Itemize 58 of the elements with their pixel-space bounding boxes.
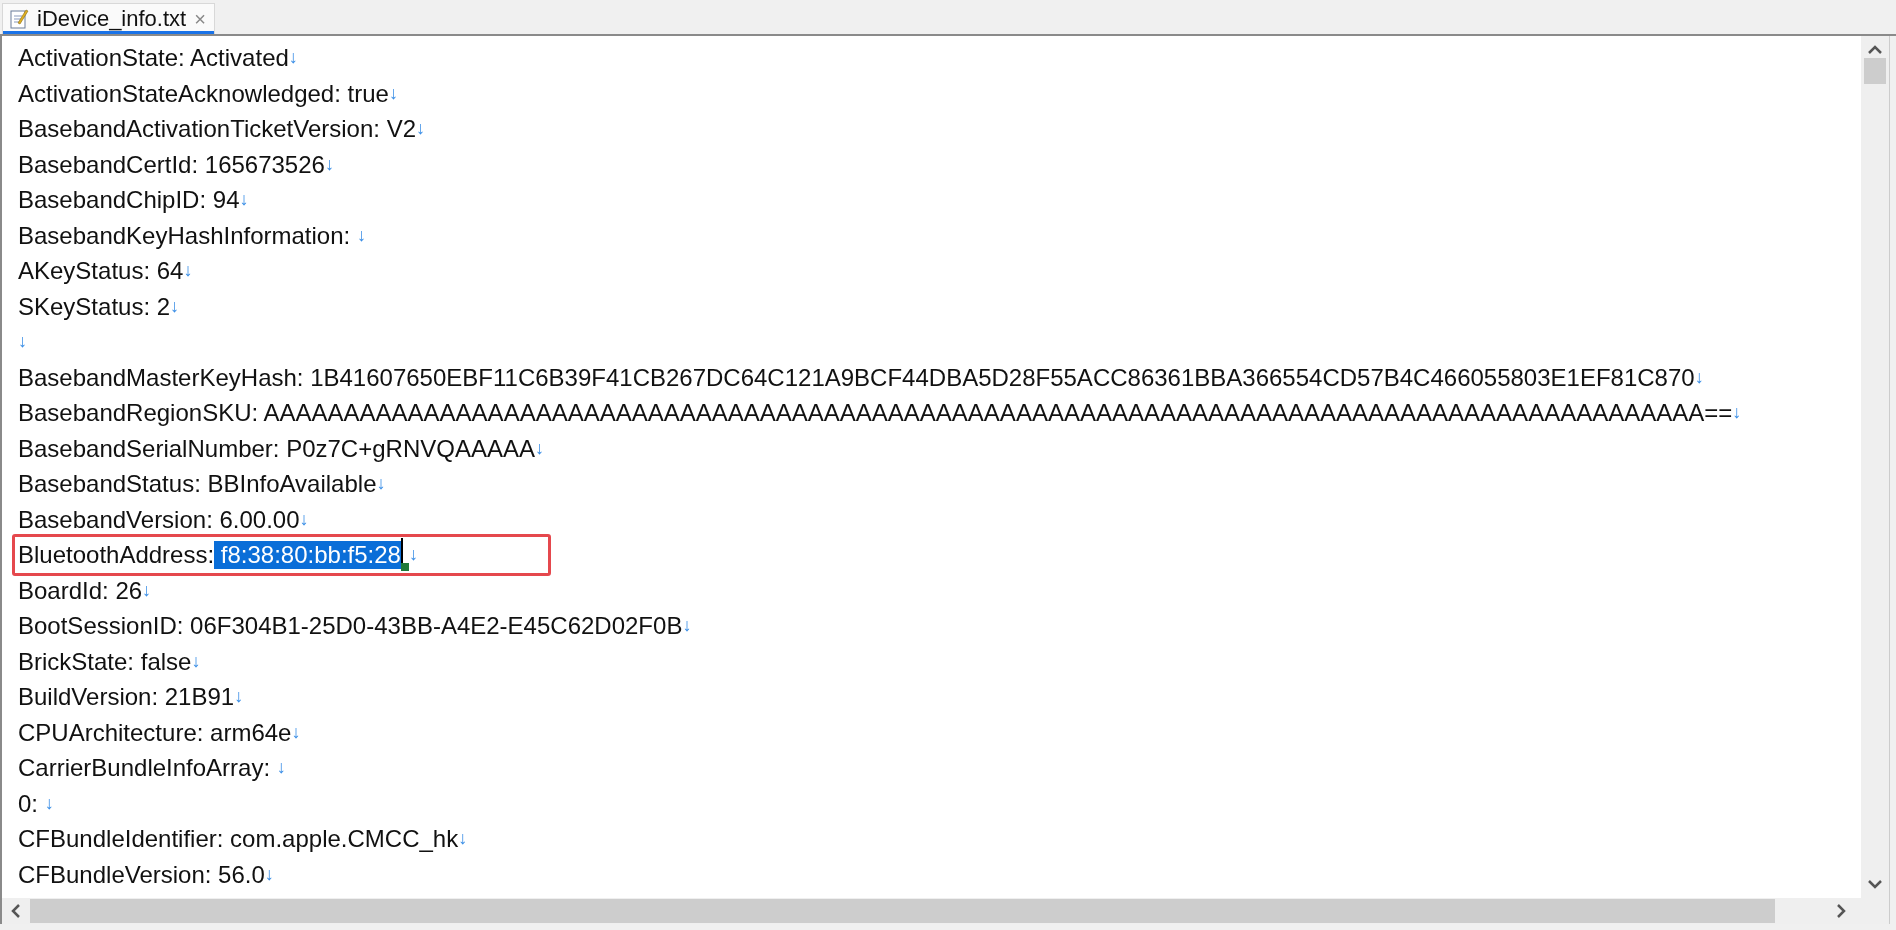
file-tab[interactable]: iDevice_info.txt × (2, 3, 215, 34)
text-line: BasebandVersion: 6.00.00 (18, 504, 300, 535)
paragraph-mark: ↓ (276, 756, 286, 779)
text-line: BasebandKeyHashInformation: (18, 220, 352, 251)
text-line: ActivationState: Activated (18, 43, 289, 73)
text-line: BootSessionID: 06F304B1-25D0-43BB-A4E2-E45C62D02F0B (18, 611, 683, 641)
text-line: BuildVersion: 21B91 (18, 682, 235, 712)
paragraph-mark: ↓ (458, 827, 468, 848)
notepad-icon (9, 8, 29, 30)
text-cursor (400, 538, 409, 572)
paragraph-mark: ↓ (191, 649, 201, 673)
vertical-scrollbar[interactable] (1861, 36, 1889, 898)
paragraph-mark: ↓ (416, 117, 425, 140)
text-line: BasebandStatus: BBInfoAvailable (18, 469, 377, 499)
text-line: CarrierBundleInfoArray: (18, 753, 272, 783)
paragraph-mark: ↓ (324, 152, 334, 176)
text-line: ActivationStateAcknowledged: true (18, 78, 389, 109)
text-line: SKeyStatus: 2 (18, 291, 171, 322)
text-line: BoardId: 26 (18, 575, 143, 606)
paragraph-mark: ↓ (239, 188, 249, 211)
text-line: BasebandActivationTicketVersion: V2 (18, 114, 416, 144)
text-line: BasebandCertId: 165673526 (18, 149, 325, 180)
text-line: CFBundleVersion: 56.0 (18, 859, 265, 890)
paragraph-mark: ↓ (1732, 401, 1742, 424)
scroll-left-icon[interactable] (10, 903, 22, 919)
text-line: BasebandSerialNumber: P0z7C+gRNVQAAAAA (18, 433, 535, 464)
scroll-thumb[interactable] (1864, 58, 1886, 84)
paragraph-mark: ↓ (44, 791, 54, 815)
text-line: BasebandChipID: 94 (18, 185, 240, 215)
paragraph-mark: ↓ (682, 614, 692, 637)
selected-text: f8:38:80:bb:f5:28 (214, 540, 401, 569)
paragraph-mark: ↓ (376, 472, 386, 495)
paragraph-mark: ↓ (183, 259, 193, 282)
paragraph-mark: ↓ (534, 436, 544, 458)
text-line: CPUArchitecture: arm64e (18, 717, 292, 748)
paragraph-mark: ↓ (288, 46, 298, 69)
paragraph-mark: ↓ (299, 507, 309, 531)
paragraph-mark: ↓ (170, 294, 180, 318)
paragraph-mark: ↓ (388, 81, 398, 105)
close-button[interactable]: × (194, 9, 206, 29)
paragraph-mark: ↓ (1694, 365, 1704, 389)
text-line: AKeyStatus: 64 (18, 256, 184, 286)
text-line: BasebandRegionSKU: AAAAAAAAAAAAAAAAAAAAAAAAAAAAAAAAAAAAAAAAAAAAAAAAAAAAAAAAAAAAAAAAAAAAAAAAAAAAAAAAAAAAAAAAAA== (18, 398, 1733, 428)
paragraph-mark: ↓ (234, 685, 244, 708)
scroll-right-icon[interactable] (1835, 903, 1847, 919)
text-line: BluetoothAddress: (18, 540, 215, 570)
text-line: BrickState: false (18, 646, 192, 677)
text-line: 0: (18, 788, 39, 819)
paragraph-mark: ↓ (356, 223, 366, 247)
paragraph-mark: ↓ (264, 862, 274, 886)
scroll-down-icon[interactable] (1867, 878, 1883, 890)
paragraph-mark: ↓ (142, 578, 152, 602)
text-line: CFBundleIdentifier: com.apple.CMCC_hk (18, 824, 459, 854)
paragraph-mark: ↓ (291, 720, 301, 744)
scroll-up-icon[interactable] (1867, 44, 1883, 56)
text-line: BasebandMasterKeyHash: 1B41607650EBF11C6B39F41CB267DC64C121A9BCF44DBA5D28F55ACC86361BBA366554CD57B4C466055803E1EF81C870 (18, 362, 1695, 393)
paragraph-mark: ↓ (18, 330, 27, 353)
paragraph-mark: ↓ (408, 543, 418, 566)
